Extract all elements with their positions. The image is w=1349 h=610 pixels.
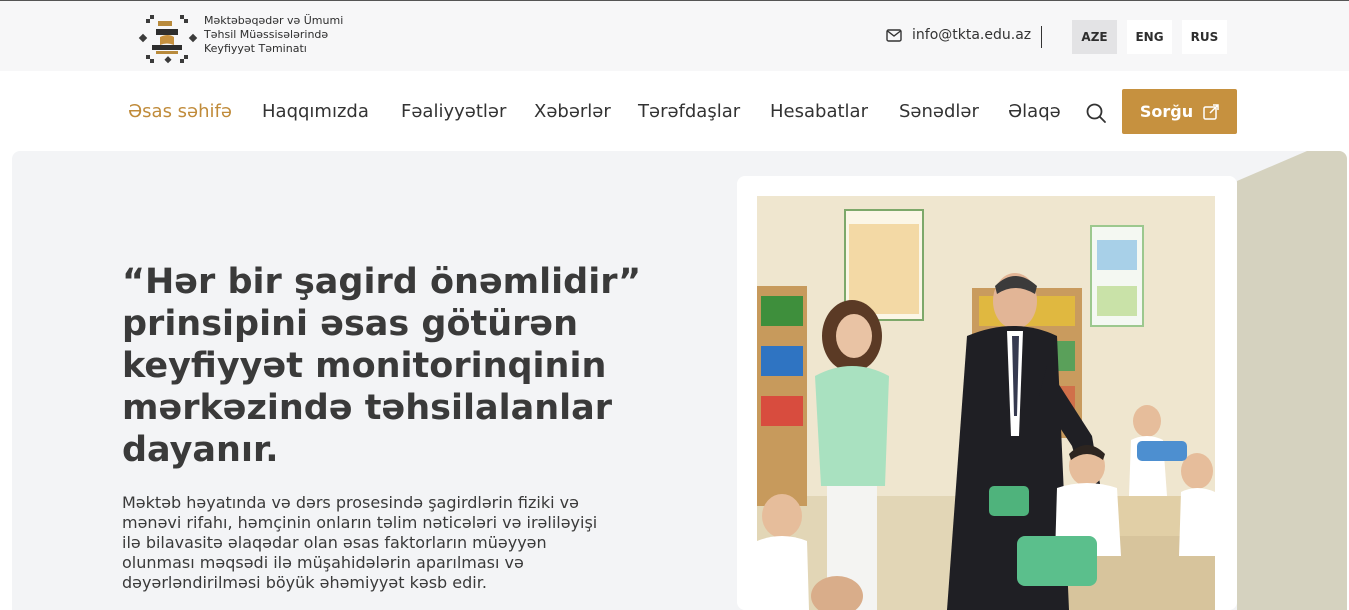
- nav-item-news[interactable]: Xəbərlər: [534, 101, 611, 122]
- hero-headline: “Hər bir şagird önəmlidir” prinsipini əs…: [122, 261, 682, 471]
- nav-item-reports[interactable]: Hesabatlar: [770, 101, 868, 122]
- headline-line: dayanır.: [122, 430, 279, 470]
- main-nav: Əsas səhifə Haqqımızda Fəaliyyətlər Xəbə…: [0, 71, 1349, 151]
- lead-line: mənəvi rifahı, həmçinin onların təlim nə…: [122, 513, 598, 532]
- lead-line: Məktəb həyatında və dərs prosesində şagi…: [122, 493, 579, 512]
- top-bar: Məktəbəqədər və Ümumi Təhsil Müəssisələr…: [0, 0, 1349, 71]
- nav-item-partners[interactable]: Tərəfdaşlar: [638, 101, 740, 122]
- email-text: info@tkta.edu.az: [912, 27, 1032, 43]
- logo-emblem[interactable]: [138, 11, 198, 65]
- nav-item-documents[interactable]: Sənədlər: [899, 101, 979, 122]
- envelope-icon: [886, 28, 902, 42]
- headline-line: keyfiyyət monitorinqinin: [122, 346, 607, 386]
- email-link[interactable]: info@tkta.edu.az: [886, 27, 1031, 43]
- classroom-photo: [757, 196, 1215, 610]
- lead-line: dəyərləndirilməsi böyük əhəmiyyət kəsb e…: [122, 573, 487, 592]
- headline-line: prinsipini əsas götürən: [122, 304, 579, 344]
- search-icon[interactable]: [1085, 102, 1107, 124]
- headline-line: mərkəzində təhsilalanlar: [122, 388, 612, 428]
- headline-line: “Hər bir şagird önəmlidir”: [122, 262, 642, 302]
- lang-eng-button[interactable]: ENG: [1127, 20, 1172, 54]
- nav-item-about[interactable]: Haqqımızda: [262, 101, 369, 122]
- nav-item-contact[interactable]: Əlaqə: [1008, 101, 1061, 122]
- divider: [1041, 26, 1042, 48]
- org-name: Məktəbəqədər və Ümumi Təhsil Müəssisələr…: [204, 14, 374, 56]
- decorative-shape: [1237, 151, 1347, 610]
- nav-item-activities[interactable]: Fəaliyyətlər: [401, 101, 506, 122]
- lang-aze-button[interactable]: AZE: [1072, 20, 1117, 54]
- survey-button[interactable]: Sorğu: [1122, 89, 1237, 134]
- lead-line: ilə bilavasitə əlaqədar olan əsas faktor…: [122, 533, 547, 552]
- nav-item-home[interactable]: Əsas səhifə: [128, 101, 232, 122]
- hero-photo-card: [737, 176, 1237, 610]
- org-name-line: Təhsil Müəssisələrində: [204, 28, 329, 41]
- external-link-icon: [1203, 103, 1219, 120]
- lang-rus-button[interactable]: RUS: [1182, 20, 1227, 54]
- lead-line: olunması məqsədi ilə müşahidələrin aparı…: [122, 553, 524, 572]
- hero-section: “Hər bir şagird önəmlidir” prinsipini əs…: [12, 151, 1347, 610]
- org-name-line: Məktəbəqədər və Ümumi: [204, 14, 344, 27]
- org-name-line: Keyfiyyət Təminatı: [204, 42, 307, 55]
- survey-button-label: Sorğu: [1139, 102, 1194, 121]
- hero-lead: Məktəb həyatında və dərs prosesində şagi…: [122, 493, 682, 593]
